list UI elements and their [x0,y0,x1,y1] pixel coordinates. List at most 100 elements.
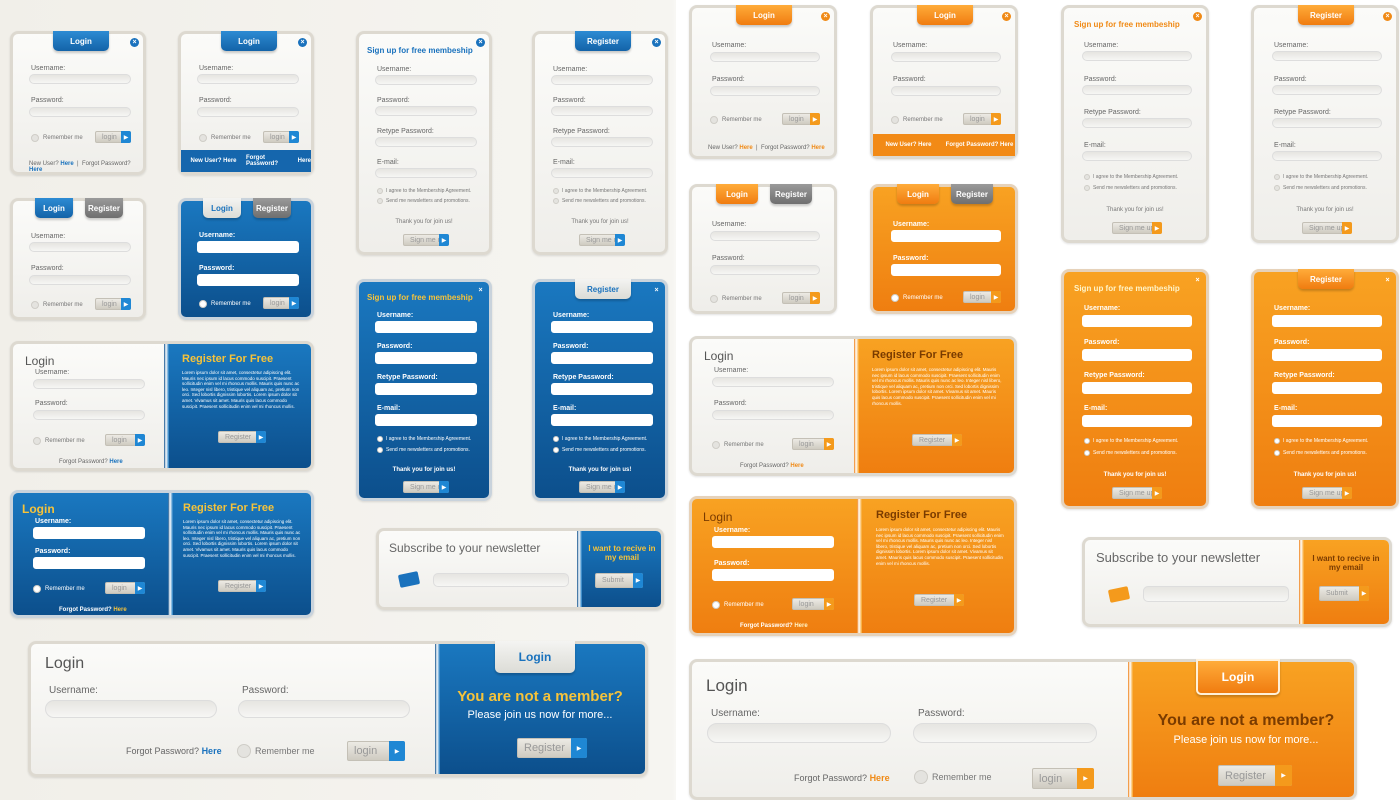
close-icon[interactable]: × [1002,12,1011,21]
agree-checkbox[interactable]: I agree to the Membership Agreement. [553,188,647,194]
password-field[interactable] [891,86,1001,96]
username-field[interactable] [29,74,131,84]
login-button[interactable]: login ▶ [792,598,834,610]
tab-login[interactable]: Login [203,198,241,218]
username-field[interactable] [33,379,145,389]
tab-register[interactable]: Register [575,31,631,51]
forgot-link[interactable]: Forgot Password? Here [944,134,1015,156]
forgot-link[interactable]: Here [113,607,126,613]
username-field[interactable] [197,74,299,84]
remember-radio[interactable] [31,301,39,309]
close-icon[interactable]: × [476,286,485,295]
password-field[interactable] [710,265,820,275]
tab-register[interactable]: Register [575,279,631,299]
email-field[interactable] [1082,415,1192,427]
password-field[interactable] [29,107,131,117]
remember-me[interactable]: Remember me [891,116,943,124]
wide-register-button[interactable]: Register ▶ [1218,765,1292,786]
register-button[interactable]: Register ▶ [218,580,266,592]
password-field[interactable] [712,410,834,420]
retype-field[interactable] [551,383,653,395]
password-field[interactable] [551,106,653,116]
remember-me[interactable]: Remember me [712,441,764,449]
username-field[interactable] [551,321,653,333]
forgot-link[interactable]: Here [29,167,42,173]
submit-button[interactable]: Submit ▶ [1319,586,1369,601]
login-button[interactable]: login ▶ [95,298,131,310]
signup-button[interactable]: Sign me up! ▶ [1112,222,1162,234]
login-button[interactable]: login ▶ [95,131,131,143]
newsletter-email-field[interactable] [1143,586,1289,602]
remember-radio[interactable] [891,116,899,124]
forgot-link[interactable]: Here [794,623,807,629]
username-field[interactable] [29,242,131,252]
password-field[interactable] [891,264,1001,276]
close-icon[interactable]: × [821,12,830,21]
login-button[interactable]: login ▶ [782,292,820,304]
wide-username-field[interactable] [45,700,217,718]
newsletter-checkbox[interactable]: Send me newsletters and promotions. [553,447,646,453]
signup-button[interactable]: Sign me up! ▶ [1302,487,1352,499]
submit-button[interactable]: Submit ▶ [595,573,643,588]
remember-radio[interactable] [31,134,39,142]
login-button[interactable]: login ▶ [792,438,834,450]
newsletter-checkbox[interactable]: Send me newsletters and promotions. [377,198,470,204]
email-field[interactable] [375,168,477,178]
login-button[interactable]: login ▶ [263,131,299,143]
remember-radio[interactable] [199,134,207,142]
agree-checkbox[interactable]: I agree to the Membership Agreement. [553,436,647,442]
password-field[interactable] [29,275,131,285]
wide-password-field[interactable] [238,700,410,718]
username-field[interactable] [710,52,820,62]
wide-remember-me[interactable]: Remember me [237,744,315,758]
tab-login[interactable]: Login [917,5,973,25]
password-field[interactable] [33,557,145,569]
email-field[interactable] [375,414,477,426]
login-button[interactable]: login ▶ [105,582,145,594]
login-button[interactable]: login ▶ [963,113,1001,125]
remember-me[interactable]: Remember me [710,116,762,124]
remember-me[interactable]: Remember me [712,601,764,609]
remember-me[interactable]: Remember me [31,134,83,142]
tab-login[interactable]: Login [736,5,792,25]
tab-register[interactable]: Register [1298,5,1354,25]
wide-remember-me[interactable]: Remember me [914,770,992,784]
tab-login[interactable]: Login [53,31,109,51]
agree-checkbox[interactable]: I agree to the Membership Agreement. [1274,174,1368,180]
retype-field[interactable] [551,137,653,147]
password-field[interactable] [375,106,477,116]
newsletter-checkbox[interactable]: Send me newsletters and promotions. [1274,185,1367,191]
close-icon[interactable]: × [130,38,139,47]
new-user-link[interactable]: Here [60,161,73,167]
wide-username-field[interactable] [707,723,891,743]
login-button[interactable]: login ▶ [263,297,299,309]
login-button[interactable]: login ▶ [782,113,820,125]
close-icon[interactable]: × [1193,276,1202,285]
username-field[interactable] [1082,51,1192,61]
signup-button[interactable]: Sign me up! ▶ [579,234,625,246]
close-icon[interactable]: × [652,38,661,47]
username-field[interactable] [712,377,834,387]
agree-checkbox[interactable]: I agree to the Membership Agreement. [377,188,471,194]
tab-login[interactable]: Login [35,198,73,218]
close-icon[interactable]: × [652,286,661,295]
email-field[interactable] [551,168,653,178]
close-icon[interactable]: × [476,38,485,47]
register-button[interactable]: Register ▶ [914,594,964,606]
username-field[interactable] [197,241,299,253]
tab-login[interactable]: Login [897,184,939,204]
username-field[interactable] [551,75,653,85]
username-field[interactable] [891,52,1001,62]
retype-field[interactable] [1082,118,1192,128]
wide-forgot-link[interactable]: Here [870,773,890,783]
signup-button[interactable]: Sign me up! ▶ [579,481,625,493]
password-field[interactable] [1082,85,1192,95]
password-field[interactable] [375,352,477,364]
new-user-link[interactable]: Here [739,145,752,151]
forgot-link[interactable]: Forgot Password? Here [246,150,311,172]
register-button[interactable]: Register ▶ [912,434,962,446]
forgot-link[interactable]: Here [811,145,824,151]
remember-radio[interactable] [712,441,720,449]
agree-checkbox[interactable]: I agree to the Membership Agreement. [377,436,471,442]
email-field[interactable] [1082,151,1192,161]
